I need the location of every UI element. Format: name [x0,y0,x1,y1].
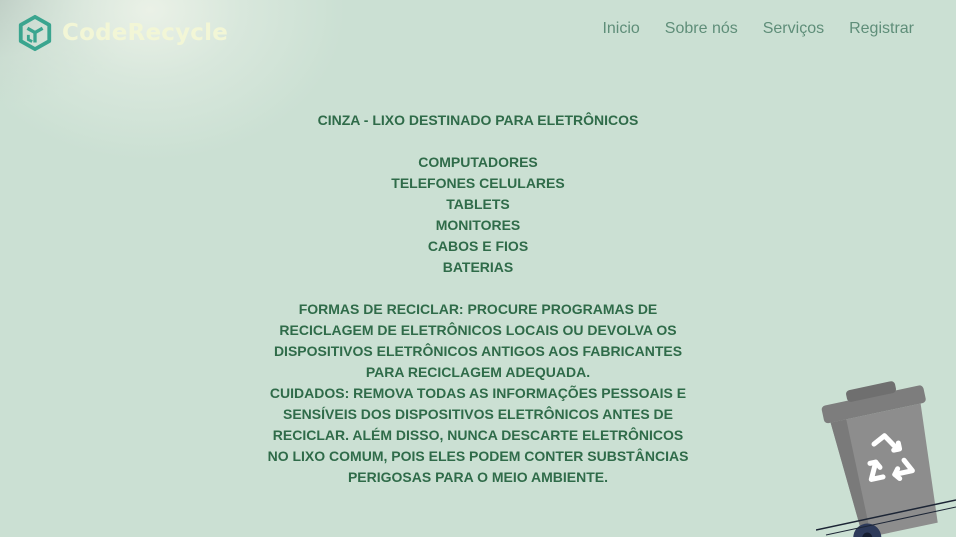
electronics-list: Computadores Telefones celulares Tablets… [0,152,956,278]
page-title: Cinza - Lixo destinado para eletrônicos [317,112,639,128]
brand-logo[interactable]: CodeRecycle [16,14,228,52]
list-item: Tablets [446,196,510,212]
list-item: Computadores [418,154,538,170]
brand-name: CodeRecycle [62,20,228,46]
list-item: Cabos e fios [427,238,529,254]
gray-recycle-bin-icon [816,381,956,537]
nav-link-inicio[interactable]: Inicio [602,20,639,38]
nav-link-sobre-nos[interactable]: Sobre nós [665,20,738,38]
main-content: Cinza - Lixo destinado para eletrônicos … [0,110,956,488]
care-text: Cuidados: Remova todas as informações pe… [267,385,689,485]
site-header: CodeRecycle Inicio Sobre nós Serviços Re… [0,0,956,64]
list-item: Baterias [442,259,514,275]
recycle-text: Formas de reciclar: Procure programas de… [273,301,683,380]
main-nav: Inicio Sobre nós Serviços Registrar [602,20,914,38]
list-item: Telefones celulares [391,175,565,191]
recycle-instructions: Formas de reciclar: Procure programas de… [263,299,693,488]
recycle-cube-icon [18,14,52,52]
nav-link-registrar[interactable]: Registrar [849,20,914,38]
list-item: Monitores [435,217,521,233]
nav-link-servicos[interactable]: Serviços [763,20,824,38]
